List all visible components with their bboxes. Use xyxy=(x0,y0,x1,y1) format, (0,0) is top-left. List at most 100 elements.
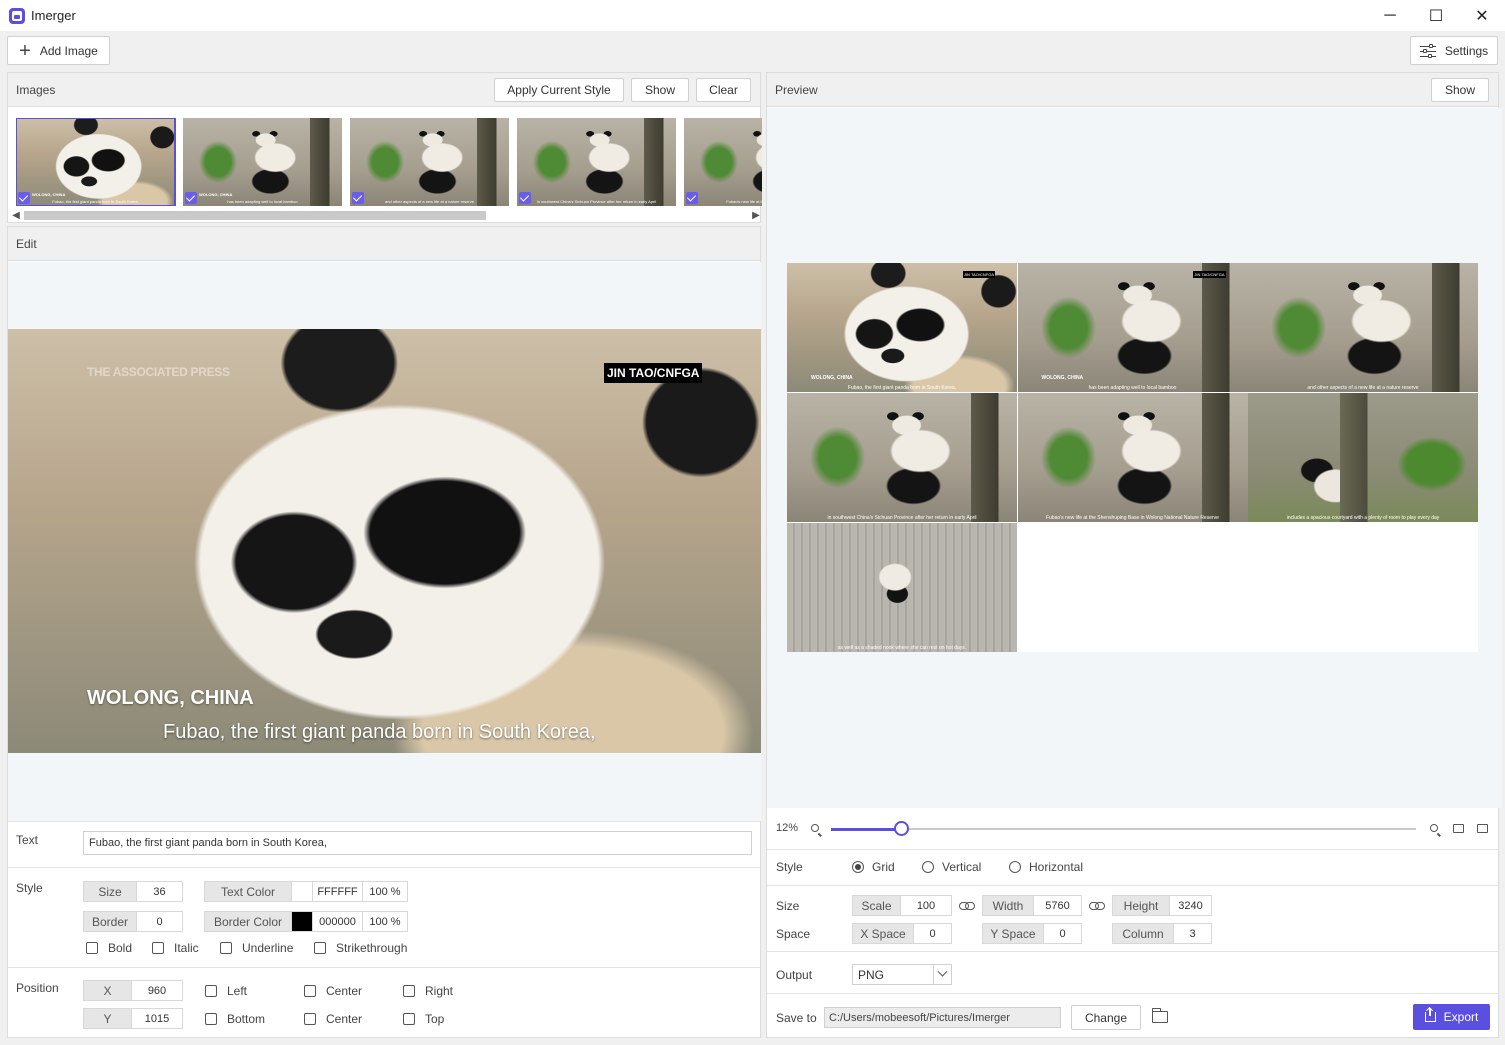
align-left-label: Left xyxy=(227,984,248,998)
align-center-h-label: Center xyxy=(326,984,363,998)
height-label: Height xyxy=(1113,896,1169,915)
border-color-opacity[interactable]: 100 % xyxy=(362,912,407,931)
align-top-checkbox[interactable]: Top xyxy=(403,1012,444,1026)
thumbnail-scrollbar[interactable]: ◀ ▶ xyxy=(10,209,762,221)
x-space-value[interactable]: 0 xyxy=(913,924,951,943)
output-format-select[interactable]: PNG xyxy=(852,964,952,985)
save-to-label: Save to xyxy=(776,1011,817,1025)
bold-checkbox[interactable]: Bold xyxy=(86,941,132,955)
y-position-field[interactable]: Y 1015 xyxy=(83,1008,183,1029)
show-images-button[interactable]: Show xyxy=(631,78,689,102)
text-color-hex[interactable]: FFFFFF xyxy=(312,882,362,901)
divider xyxy=(767,885,1498,886)
y-field-value[interactable]: 1015 xyxy=(131,1009,182,1028)
preview-panel-title: Preview xyxy=(775,82,818,97)
text-color-swatch[interactable] xyxy=(291,882,312,901)
zoom-slider[interactable] xyxy=(831,821,1416,836)
underline-label: Underline xyxy=(242,941,294,955)
zoom-in-icon[interactable] xyxy=(1428,822,1440,834)
border-color-swatch[interactable] xyxy=(291,912,312,931)
link-icon[interactable] xyxy=(959,901,975,911)
border-field-value[interactable]: 0 xyxy=(136,912,182,931)
align-left-checkbox[interactable]: Left xyxy=(205,984,247,998)
clear-images-button[interactable]: Clear xyxy=(696,78,751,102)
edit-photo[interactable]: THE ASSOCIATED PRESS JIN TAO/CNFGA WOLON… xyxy=(8,329,761,753)
scroll-right-icon[interactable]: ▶ xyxy=(750,209,762,221)
size-field[interactable]: Size 36 xyxy=(83,881,183,902)
edit-panel-title: Edit xyxy=(16,236,37,251)
change-path-button[interactable]: Change xyxy=(1071,1005,1141,1030)
thumbnail-item[interactable]: WOLONG, CHINA has been adapting well to l… xyxy=(183,118,342,206)
thumbnail-item[interactable]: WOLONG, CHINA Fubao, the first giant pand… xyxy=(16,118,176,206)
thumbnail-item[interactable]: in southwest China's Sichuan Province af… xyxy=(517,118,676,206)
y-space-field[interactable]: Y Space 0 xyxy=(982,923,1082,944)
chevron-down-icon[interactable] xyxy=(933,965,951,984)
images-panel-header: Images Apply Current Style Show Clear xyxy=(8,73,760,107)
layout-vertical-radio[interactable]: Vertical xyxy=(922,860,981,874)
fit-screen-icon[interactable] xyxy=(1452,822,1464,834)
align-right-checkbox[interactable]: Right xyxy=(403,984,453,998)
scrollbar-thumb[interactable] xyxy=(24,211,486,220)
minimize-button[interactable]: ─ xyxy=(1367,0,1413,31)
layout-grid-radio[interactable]: Grid xyxy=(852,860,895,874)
column-field[interactable]: Column 3 xyxy=(1112,923,1212,944)
scroll-left-icon[interactable]: ◀ xyxy=(10,209,22,221)
italic-checkbox[interactable]: Italic xyxy=(152,941,199,955)
folder-icon[interactable] xyxy=(1152,1008,1168,1023)
scale-field[interactable]: Scale 100 xyxy=(852,895,952,916)
add-image-button[interactable]: + Add Image xyxy=(7,36,110,65)
x-position-field[interactable]: X 960 xyxy=(83,980,183,1001)
photo-caption-text[interactable]: Fubao, the first giant panda born in Sou… xyxy=(163,721,596,744)
column-value[interactable]: 3 xyxy=(1173,924,1211,943)
layout-grid-label: Grid xyxy=(872,860,895,874)
width-value[interactable]: 5760 xyxy=(1033,896,1081,915)
strikethrough-checkbox[interactable]: Strikethrough xyxy=(314,941,407,955)
grid-cell-caption: Fubao, the first giant panda born in Sou… xyxy=(847,385,957,391)
x-space-field[interactable]: X Space 0 xyxy=(852,923,952,944)
zoom-out-icon[interactable] xyxy=(809,822,821,834)
size-field-value[interactable]: 36 xyxy=(136,882,182,901)
text-color-label: Text Color xyxy=(205,882,291,901)
merged-grid-preview[interactable]: JIN TAO/CNFGA WOLONG, CHINA Fubao, the fir… xyxy=(787,263,1478,652)
save-path-field[interactable]: C:/Users/mobeesoft/Pictures/Imerger xyxy=(824,1007,1061,1028)
settings-button[interactable]: Settings xyxy=(1410,36,1498,65)
width-field[interactable]: Width 5760 xyxy=(982,895,1082,916)
zoom-percent: 12% xyxy=(776,822,799,834)
scale-value[interactable]: 100 xyxy=(900,896,951,915)
height-field[interactable]: Height 3240 xyxy=(1112,895,1212,916)
align-center-h-checkbox[interactable]: Center xyxy=(304,984,362,998)
position-label: Position xyxy=(16,981,59,995)
thumbnail-location: WOLONG, CHINA xyxy=(199,192,233,197)
y-space-value[interactable]: 0 xyxy=(1043,924,1081,943)
window-controls: ─ ☐ ✕ xyxy=(1367,0,1505,31)
x-field-value[interactable]: 960 xyxy=(131,981,182,1000)
zoom-slider-handle[interactable] xyxy=(894,821,909,836)
link-icon[interactable] xyxy=(1089,901,1105,911)
height-value[interactable]: 3240 xyxy=(1169,896,1211,915)
layout-horizontal-radio[interactable]: Horizontal xyxy=(1009,860,1083,874)
show-preview-button[interactable]: Show xyxy=(1431,78,1489,102)
thumbnail-caption: Fubao's new life at the Shenshuping Base xyxy=(726,199,762,204)
close-button[interactable]: ✕ xyxy=(1459,0,1505,31)
thumbnail-item[interactable]: Fubao's new life at the Shenshuping Base xyxy=(684,118,762,206)
text-input[interactable]: Fubao, the first giant panda born in Sou… xyxy=(83,831,752,855)
grid-cell-caption: and other aspects of a new life at a nat… xyxy=(1307,385,1419,391)
border-color-hex[interactable]: 000000 xyxy=(312,912,362,931)
align-center-v-checkbox[interactable]: Center xyxy=(304,1012,362,1026)
upload-icon xyxy=(1424,1008,1436,1022)
sliders-icon xyxy=(1419,43,1436,58)
underline-checkbox[interactable]: Underline xyxy=(220,941,293,955)
maximize-button[interactable]: ☐ xyxy=(1413,0,1459,31)
credit-tag: JIN TAO/CNFGA xyxy=(604,363,703,383)
apply-current-style-button[interactable]: Apply Current Style xyxy=(494,78,624,102)
divider xyxy=(8,821,760,822)
actual-size-icon[interactable] xyxy=(1476,822,1488,834)
text-color-opacity[interactable]: 100 % xyxy=(362,882,407,901)
border-field[interactable]: Border 0 xyxy=(83,911,183,932)
export-button[interactable]: Export xyxy=(1413,1004,1490,1030)
grid-cell-location: WOLONG, CHINA xyxy=(1041,375,1084,381)
text-color-field[interactable]: Text Color FFFFFF 100 % xyxy=(204,881,408,902)
thumbnail-item[interactable]: and other aspects of a new life at a nat… xyxy=(350,118,509,206)
border-color-field[interactable]: Border Color 000000 100 % xyxy=(204,911,408,932)
align-bottom-checkbox[interactable]: Bottom xyxy=(205,1012,265,1026)
